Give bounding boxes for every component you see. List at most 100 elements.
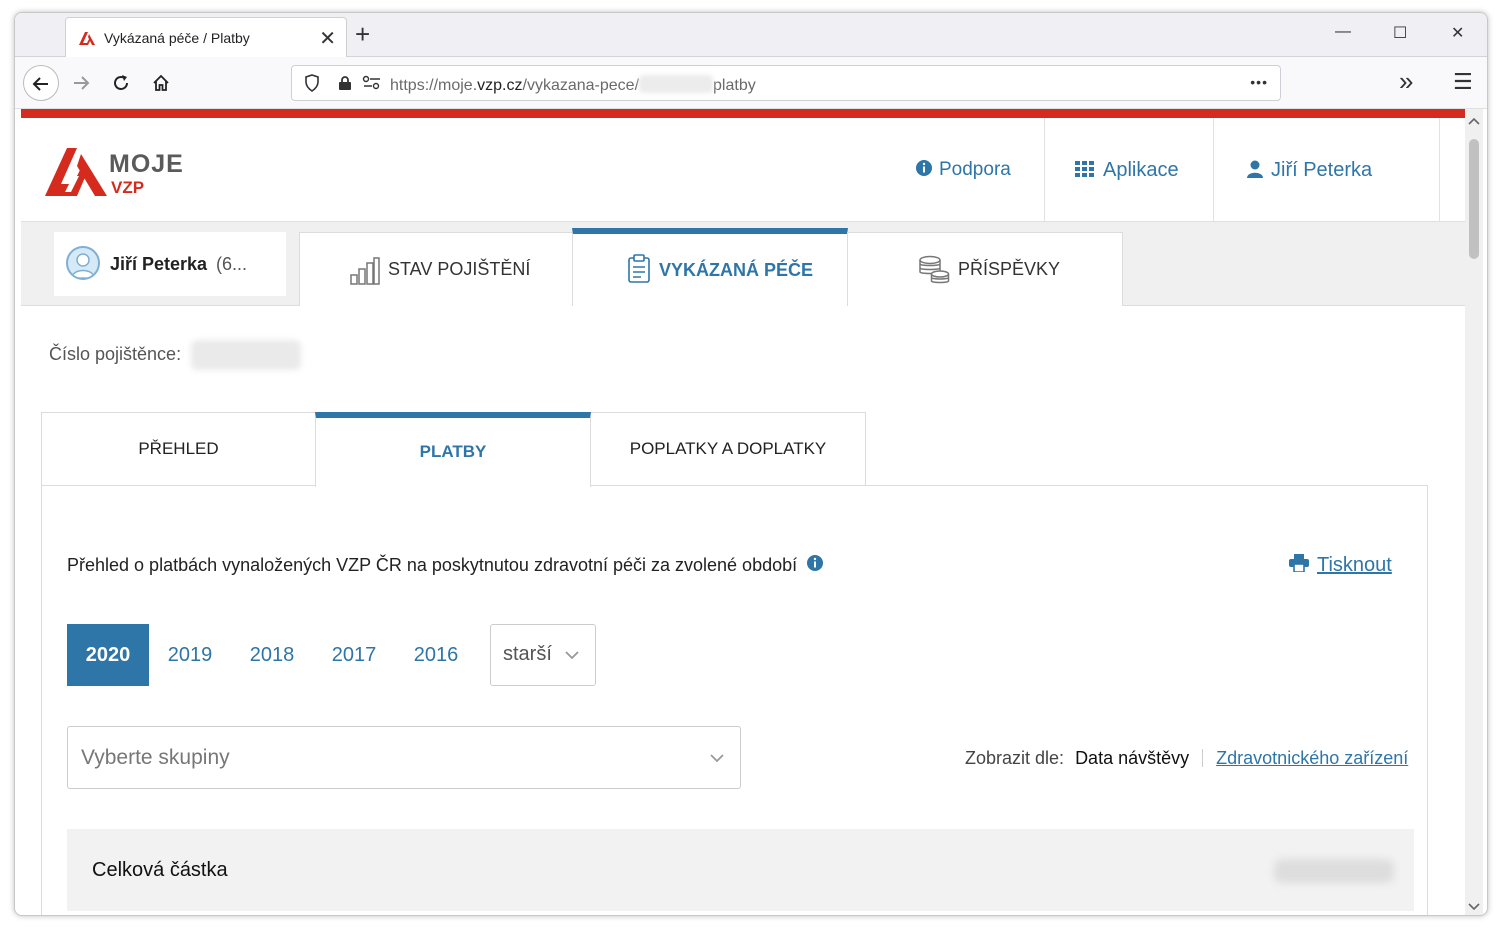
user-menu-link[interactable]: Jiří Peterka (1247, 118, 1372, 222)
year-2017-button[interactable]: 2017 (313, 624, 395, 686)
subtab-poplatky-a-doplatky[interactable]: POPLATKY A DOPLATKY (590, 412, 866, 486)
lock-icon[interactable] (338, 75, 352, 91)
page-scrollbar[interactable] (1465, 109, 1483, 915)
tab-vykazana-pece-label: VYKÁZANÁ PÉČE (659, 260, 814, 280)
tab-close-icon[interactable]: ✕ (319, 26, 336, 51)
tab-vykazana-pece[interactable]: VYKÁZANÁ PÉČE (572, 228, 848, 306)
arrow-right-icon (74, 76, 90, 90)
older-years-label: starší (503, 643, 552, 665)
header-divider (1213, 118, 1214, 222)
home-icon (153, 74, 169, 91)
insured-person-name: Jiří Peterka (110, 254, 208, 274)
url-path: /vykazana-pece/ (522, 77, 640, 94)
logo-moje-text: MOJE (109, 150, 184, 178)
payments-description: Přehled o platbách vynaložených VZP ČR n… (67, 554, 824, 576)
browser-tab-title: Vykázaná péče / Platby (104, 30, 250, 46)
bar-chart-icon (350, 257, 380, 285)
show-by-switch: Zobrazit dle: Data návštěvy Zdravotnické… (965, 748, 1408, 769)
browser-tabstrip: Vykázaná péče / Platby ✕ + — ☐ ✕ (15, 13, 1487, 57)
new-tab-button[interactable]: + (355, 19, 370, 50)
year-2020-button[interactable]: 2020 (67, 624, 149, 686)
tab-prispevky-label: PŘÍSPĚVKY (958, 259, 1061, 279)
tab-stav-pojisteni[interactable]: STAV POJIŠTĚNÍ (299, 232, 573, 306)
year-2018-button[interactable]: 2018 (231, 624, 313, 686)
brand-red-bar (21, 109, 1465, 118)
subtab-prehled-label: PŘEHLED (138, 439, 219, 458)
tab-prispevky[interactable]: PŘÍSPĚVKY (847, 232, 1123, 306)
maximize-icon[interactable]: ☐ (1393, 23, 1407, 43)
web-page: MOJE VZP Podpora Aplikace Jiří Peterka J… (21, 118, 1465, 915)
payments-description-text: Přehled o platbách vynaložených VZP ČR n… (67, 555, 798, 575)
page-actions-icon[interactable]: ••• (1250, 74, 1268, 90)
window-close-icon[interactable]: ✕ (1451, 23, 1464, 43)
address-bar[interactable]: https://moje.vzp.cz/vykazana-pece/platby… (291, 65, 1281, 101)
insured-number-label: Číslo pojištěnce: (49, 344, 182, 364)
total-amount-label: Celková částka (92, 859, 228, 881)
vzp-logo-icon (45, 148, 107, 196)
url-text: https://moje.vzp.cz/vykazana-pece/platby (390, 75, 756, 95)
support-link[interactable]: Podpora (915, 118, 1011, 222)
apps-link[interactable]: Aplikace (1075, 118, 1179, 222)
info-icon[interactable] (806, 554, 824, 572)
back-button[interactable] (23, 65, 59, 101)
avatar (66, 246, 100, 280)
browser-window: Vykázaná péče / Platby ✕ + — ☐ ✕ https:/… (14, 12, 1488, 916)
insured-person-suffix: (6... (216, 254, 248, 274)
header-divider (1044, 118, 1045, 222)
user-icon (1247, 160, 1263, 178)
vzp-favicon-icon (79, 32, 95, 45)
minimize-icon[interactable]: — (1335, 23, 1351, 41)
menu-icon[interactable]: ☰ (1453, 69, 1473, 95)
insured-person-card[interactable]: Jiří Peterka (6... (54, 232, 286, 296)
url-domain: vzp.cz (477, 77, 523, 94)
scroll-down-icon[interactable] (1468, 903, 1480, 911)
total-amount-redacted (1274, 859, 1394, 883)
grid-icon (1075, 161, 1094, 177)
show-by-date-option[interactable]: Data návštěvy (1075, 748, 1189, 768)
subtab-platby-label: PLATBY (419, 442, 487, 461)
show-by-divider (1202, 749, 1204, 767)
chevron-down-icon (710, 754, 724, 763)
tab-stav-pojisteni-label: STAV POJIŠTĚNÍ (388, 259, 531, 279)
scroll-up-icon[interactable] (1468, 117, 1480, 125)
subtab-prehled[interactable]: PŘEHLED (41, 412, 316, 486)
chevron-down-icon (565, 651, 579, 660)
apps-label: Aplikace (1103, 159, 1179, 181)
main-navigation-band: Jiří Peterka (6... STAV POJIŠTĚNÍ VYKÁZA… (21, 222, 1465, 306)
forward-button[interactable] (63, 65, 99, 101)
show-by-label: Zobrazit dle: (965, 748, 1065, 768)
arrow-left-icon (32, 77, 48, 91)
subtab-platby[interactable]: PLATBY (315, 412, 591, 487)
moje-vzp-logo[interactable]: MOJE VZP (43, 144, 183, 200)
group-select[interactable]: Vyberte skupiny (67, 726, 741, 789)
browser-tab[interactable]: Vykázaná péče / Platby ✕ (65, 17, 347, 57)
older-years-select[interactable]: starší (490, 624, 596, 686)
home-button[interactable] (143, 65, 179, 101)
printer-icon (1289, 554, 1309, 573)
url-suffix: platby (713, 77, 756, 94)
total-amount-row: Celková částka (67, 829, 1414, 911)
insured-number-redacted (191, 340, 301, 370)
shield-icon[interactable] (304, 74, 320, 92)
show-by-facility-option[interactable]: Zdravotnického zařízení (1216, 748, 1408, 768)
coins-icon (919, 255, 950, 284)
person-avatar-icon (71, 253, 95, 278)
subtab-poplatky-label: POPLATKY A DOPLATKY (629, 439, 827, 458)
clipboard-icon (628, 254, 650, 283)
header-divider (1439, 118, 1440, 222)
scroll-thumb[interactable] (1469, 139, 1479, 259)
print-label: Tisknout (1317, 554, 1392, 576)
support-label: Podpora (939, 159, 1011, 180)
url-prefix: https://moje. (390, 77, 478, 94)
permissions-icon[interactable] (362, 75, 382, 91)
user-menu-label: Jiří Peterka (1271, 159, 1373, 181)
url-redacted (639, 75, 714, 93)
browser-navbar: https://moje.vzp.cz/vykazana-pece/platby… (15, 57, 1487, 109)
overflow-icon[interactable]: » (1399, 67, 1413, 95)
site-header: MOJE VZP Podpora Aplikace Jiří Peterka (21, 118, 1465, 222)
print-link[interactable]: Tisknout (1289, 554, 1392, 577)
year-2019-button[interactable]: 2019 (149, 624, 231, 686)
year-2016-button[interactable]: 2016 (395, 624, 477, 686)
logo-vzp-text: VZP (111, 178, 145, 197)
reload-button[interactable] (103, 65, 139, 101)
